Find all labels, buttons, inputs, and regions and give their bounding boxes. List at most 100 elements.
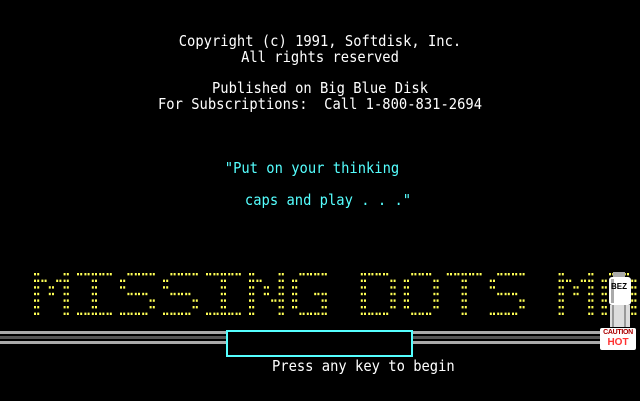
title-dot bbox=[95, 312, 97, 315]
title-dot bbox=[77, 273, 79, 276]
title-dot bbox=[378, 273, 381, 276]
title-dot bbox=[461, 279, 464, 282]
title-dot bbox=[295, 306, 298, 309]
title-dot bbox=[429, 273, 432, 276]
title-dot bbox=[34, 292, 36, 296]
title-dot bbox=[561, 299, 564, 302]
title-dot bbox=[591, 306, 594, 309]
title-dot bbox=[403, 299, 406, 302]
title-dot bbox=[181, 312, 183, 315]
title-dot bbox=[66, 286, 69, 289]
title-dot bbox=[95, 273, 97, 276]
title-dot bbox=[145, 292, 148, 296]
title-dot bbox=[561, 312, 564, 315]
title-dot bbox=[206, 312, 208, 315]
title-dot bbox=[152, 273, 155, 276]
title-dot bbox=[561, 279, 564, 282]
title-dot bbox=[109, 312, 112, 315]
title-dot bbox=[497, 292, 500, 296]
title-dot bbox=[464, 292, 467, 296]
title-dot bbox=[220, 279, 223, 282]
title-dot bbox=[479, 273, 482, 276]
title-dot bbox=[324, 312, 327, 315]
title-dot bbox=[278, 273, 281, 276]
title-dot bbox=[181, 273, 183, 276]
title-dot bbox=[368, 273, 371, 276]
title-dot bbox=[414, 273, 417, 276]
title-dot bbox=[584, 279, 586, 282]
title-dot bbox=[403, 292, 406, 296]
title-dot bbox=[170, 273, 173, 276]
title-dot bbox=[209, 273, 212, 276]
title-dot bbox=[66, 312, 69, 315]
title-dot bbox=[393, 306, 396, 309]
title-dot bbox=[364, 312, 366, 315]
title-dot bbox=[177, 273, 180, 276]
title-dot bbox=[34, 279, 36, 282]
title-dot bbox=[576, 292, 579, 296]
title-dot bbox=[421, 273, 424, 276]
title-dot bbox=[87, 273, 90, 276]
title-dot bbox=[142, 273, 145, 276]
title-dot bbox=[558, 286, 561, 289]
press-any-key-prompt[interactable]: Press any key to begin bbox=[226, 330, 455, 375]
title-dot bbox=[576, 286, 579, 289]
title-dot bbox=[411, 312, 414, 315]
title-dot bbox=[461, 286, 464, 289]
title-dot bbox=[220, 312, 223, 315]
title-dot bbox=[515, 273, 518, 276]
title-dot bbox=[393, 279, 396, 282]
title-dot bbox=[360, 273, 363, 276]
title-dot bbox=[56, 279, 59, 282]
title-screen[interactable]: Copyright (c) 1991, Softdisk, Inc. All r… bbox=[0, 0, 640, 400]
title-dot bbox=[302, 273, 305, 276]
title-dot bbox=[177, 292, 180, 296]
title-dot bbox=[91, 273, 94, 276]
title-dot bbox=[558, 279, 561, 282]
title-dot bbox=[138, 273, 140, 276]
title-dot bbox=[588, 279, 591, 282]
title-dot bbox=[375, 273, 378, 276]
title-dot bbox=[66, 273, 69, 276]
title-dot bbox=[142, 312, 145, 315]
title-dot bbox=[364, 273, 366, 276]
title-dot bbox=[281, 279, 284, 282]
title-dot bbox=[145, 312, 148, 315]
title-dot bbox=[360, 312, 363, 315]
title-dot bbox=[224, 299, 226, 302]
title-dot bbox=[558, 306, 561, 309]
title-dot bbox=[469, 273, 471, 276]
title-dot bbox=[166, 279, 169, 282]
title-dot bbox=[314, 292, 317, 296]
title-dot bbox=[130, 312, 133, 315]
title-dot bbox=[216, 312, 219, 315]
tagline-line-1: "Put on your thinking bbox=[224, 159, 400, 177]
title-dot bbox=[292, 299, 294, 302]
title-dot bbox=[314, 312, 317, 315]
title-dot bbox=[500, 292, 503, 296]
title-dot bbox=[464, 312, 467, 315]
title-dot bbox=[173, 312, 176, 315]
title-dot bbox=[278, 299, 281, 302]
title-dot bbox=[91, 292, 94, 296]
title-dot bbox=[500, 273, 503, 276]
title-dot bbox=[375, 312, 378, 315]
title-dot bbox=[220, 273, 223, 276]
title-dot bbox=[220, 306, 223, 309]
title-dot bbox=[163, 286, 165, 289]
title-dot bbox=[224, 292, 226, 296]
published-text: Published on Big Blue Disk bbox=[211, 79, 429, 97]
title-dot bbox=[310, 312, 312, 315]
title-dot bbox=[566, 279, 568, 282]
title-dot bbox=[414, 312, 417, 315]
title-dot bbox=[95, 306, 97, 309]
title-dot bbox=[324, 306, 327, 309]
title-dot bbox=[249, 292, 251, 296]
title-dot bbox=[457, 273, 460, 276]
title-dot bbox=[87, 312, 90, 315]
title-dot bbox=[515, 312, 518, 315]
title-dot bbox=[220, 286, 223, 289]
title-dot bbox=[173, 273, 176, 276]
title-dot bbox=[390, 286, 393, 289]
title-dot bbox=[195, 273, 198, 276]
